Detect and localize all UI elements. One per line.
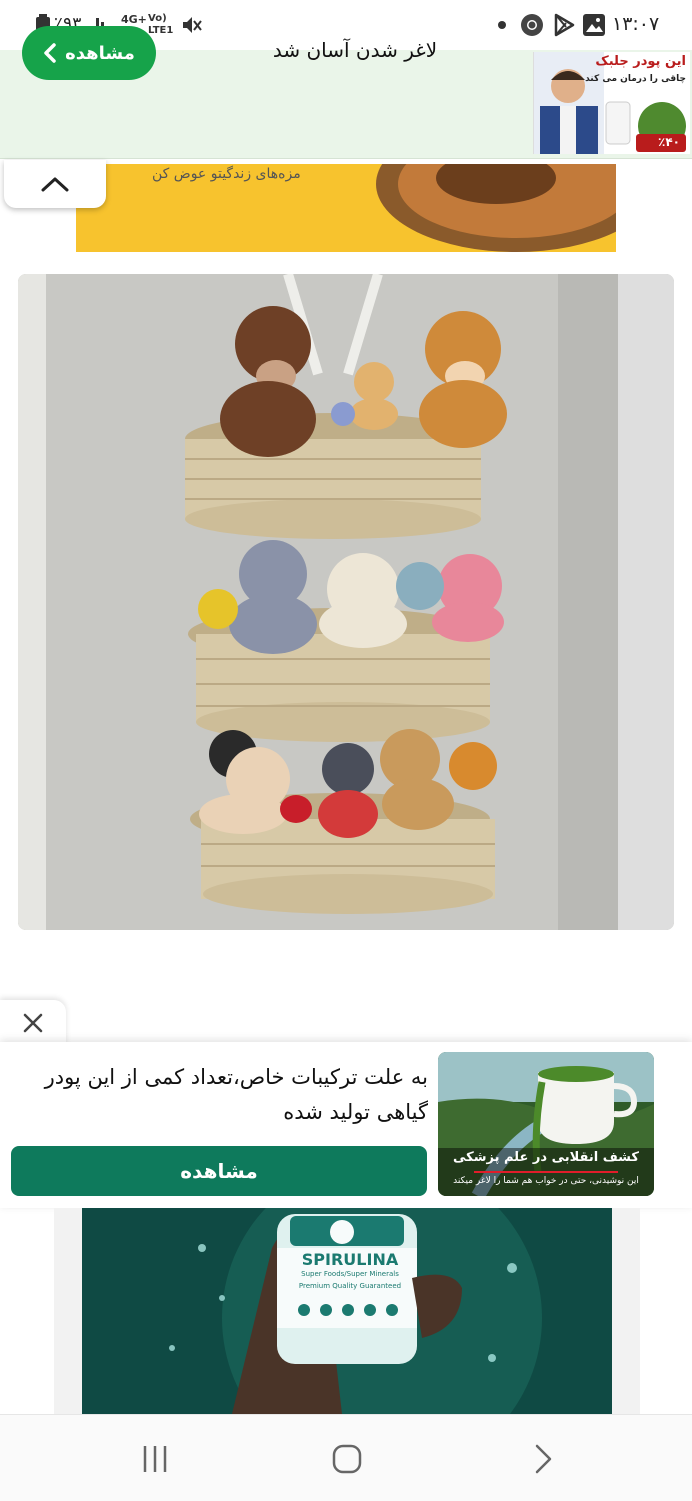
notification-ad-image[interactable]: کشف انقلابی در علم پزشکی این نوشیدنی، حت… bbox=[438, 1052, 654, 1196]
gallery-icon bbox=[583, 14, 605, 36]
yellow-ad-image[interactable]: مزه‌های زندگیتو عوض کن bbox=[76, 164, 616, 252]
home-button[interactable] bbox=[322, 1437, 372, 1481]
ad-thumb-title: این پودر جلبک bbox=[595, 54, 686, 69]
chevron-right-icon bbox=[535, 1444, 552, 1474]
dot-icon bbox=[498, 21, 506, 29]
ad-view-button[interactable]: مشاهده bbox=[22, 26, 156, 80]
ad-thumb-discount: ٪۴۰ bbox=[658, 135, 680, 149]
collapse-ad-button[interactable] bbox=[4, 160, 106, 208]
product-brand: SPIRULINA bbox=[301, 1250, 399, 1269]
notification-ad-art bbox=[438, 1052, 654, 1196]
navigation-bar bbox=[0, 1414, 692, 1501]
notification-ad-text: به علت ترکیبات خاص،تعداد کمی از این پودر… bbox=[44, 1065, 428, 1124]
ad-thumb-subtitle: چاقی را درمان می کند bbox=[585, 74, 686, 84]
ad-headline: لاغر شدن آسان شد bbox=[272, 38, 438, 62]
hanging-baskets-photo bbox=[18, 274, 674, 930]
close-icon bbox=[23, 1013, 43, 1033]
notification-ad-view-button[interactable]: مشاهده bbox=[11, 1146, 427, 1196]
recent-apps-icon bbox=[143, 1446, 167, 1472]
ad-view-label: مشاهده bbox=[65, 42, 135, 64]
clock: ۱۳:۰۷ bbox=[612, 13, 660, 35]
back-button[interactable] bbox=[518, 1437, 568, 1481]
yellow-ad-caption: مزه‌های زندگیتو عوض کن bbox=[152, 166, 301, 182]
mute-icon bbox=[183, 17, 202, 33]
chevron-up-icon bbox=[41, 177, 69, 192]
chevron-left-icon bbox=[44, 43, 56, 63]
network-type: 4G+ bbox=[121, 13, 147, 26]
home-icon bbox=[332, 1444, 362, 1474]
ad-close-button[interactable] bbox=[0, 1000, 66, 1046]
notification-ad-image-subtitle: این نوشیدنی، حتی در خواب هم شما را لاغر … bbox=[453, 1176, 639, 1186]
photo-art bbox=[18, 274, 674, 930]
product-line2: Premium Quality Guaranteed bbox=[298, 1282, 402, 1290]
product-image-container[interactable]: SPIRULINA Super Foods/Super Minerals Pre… bbox=[54, 1208, 640, 1414]
play-store-icon bbox=[554, 13, 575, 37]
product-line1: Super Foods/Super Minerals bbox=[301, 1270, 399, 1278]
chrome-icon bbox=[521, 14, 543, 36]
ad-thumbnail[interactable]: این پودر جلبک چاقی را درمان می کند ٪۴۰ bbox=[533, 52, 690, 154]
recent-apps-button[interactable] bbox=[130, 1437, 180, 1481]
product-image-art bbox=[82, 1208, 612, 1414]
volte-label: Vo) LTE1 bbox=[148, 13, 174, 36]
notification-ad-image-title: کشف انقلابی در علم پزشکی bbox=[453, 1150, 639, 1165]
